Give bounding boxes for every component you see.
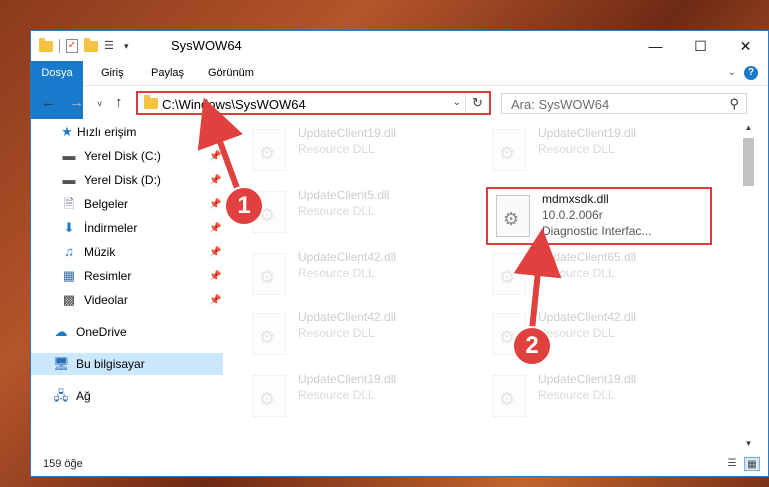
arrow-to-dll-file: [513, 228, 562, 331]
step-badge-2: 2: [512, 326, 552, 366]
annotation-arrows: [197, 97, 562, 331]
step-badge-1: 1: [224, 186, 264, 226]
arrow-to-address-bar: [197, 97, 243, 198]
